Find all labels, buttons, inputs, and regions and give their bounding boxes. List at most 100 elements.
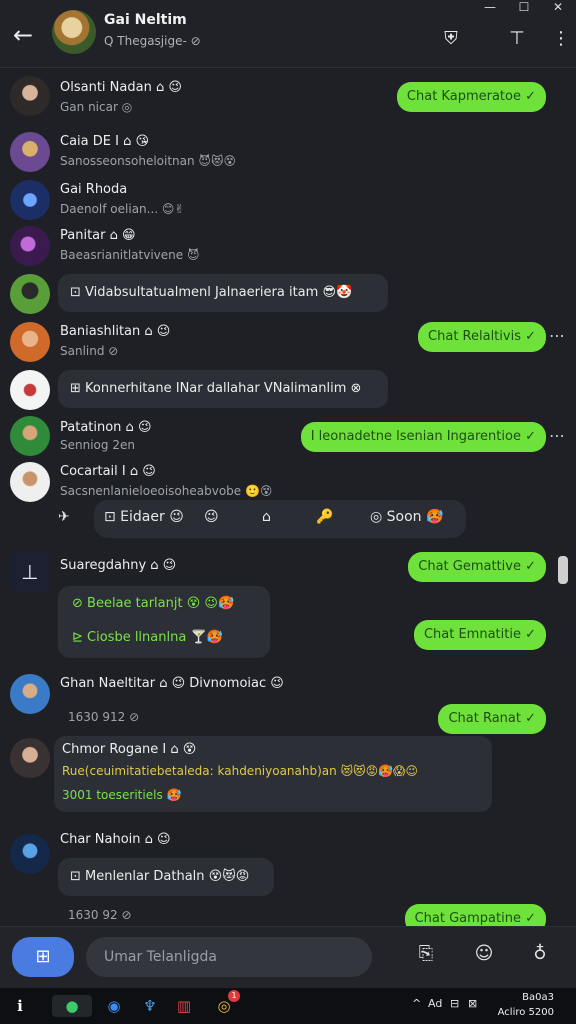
clock[interactable]: Ba0a3 Acliro 5200 xyxy=(498,990,554,1020)
message-preview: Senniog 2en xyxy=(60,438,135,452)
avatar[interactable] xyxy=(10,738,50,778)
message: Patatinon ⌂ 😉 Senniog 2en I leonadetne l… xyxy=(0,416,576,460)
message-text: Rue(ceuimitatiebetaleda: kahdeniyoanahb)… xyxy=(62,764,419,778)
more-vertical-icon[interactable]: ⋮ xyxy=(552,26,570,52)
sender-name: Ghan Naeltitar ⌂ 😉 Divnomoiac 😉 xyxy=(60,676,284,691)
message-preview: Gan nicar ◎ xyxy=(60,100,133,114)
clock-time: Ba0a3 xyxy=(522,992,554,1003)
attach-icon[interactable]: ⎘ xyxy=(412,943,440,971)
reply-bubble[interactable]: I leonadetne lsenian Ingarentioe ✓ xyxy=(300,422,546,452)
avatar[interactable] xyxy=(10,370,50,410)
clock-date: Acliro 5200 xyxy=(497,1007,554,1018)
arrow-left-icon[interactable]: ← xyxy=(10,22,36,48)
message-line: ⊘ Beelae tarlanjt 😵 😉🥵 xyxy=(72,596,235,611)
reply-bubble[interactable]: Chat Kapmeratoe ✓ xyxy=(396,82,546,112)
message-preview: Daenolf oelian... 😊✌ xyxy=(60,202,185,216)
message-line: ⊵ Ciosbe llnanlna 🍸🥵 xyxy=(72,630,223,645)
reaction-item[interactable]: 😉 xyxy=(204,509,219,525)
tray-icon[interactable]: Ad xyxy=(428,997,442,1010)
message-preview: Sanosseonsoheloitnan 😈😻😵 xyxy=(60,154,236,168)
message-preview: 1630 92 ⊘ xyxy=(68,908,132,922)
scrollbar-thumb[interactable] xyxy=(558,556,568,584)
reaction-item[interactable]: ◎ Soon 🥵 xyxy=(370,509,443,525)
avatar[interactable] xyxy=(10,674,50,714)
message: Cocartail I ⌂ 😉 Sacsnenlanieloeoisoheabv… xyxy=(0,460,576,502)
message-input[interactable]: Umar Telanligda xyxy=(86,937,372,977)
message: Chmor Rogane I ⌂ 😵 Rue(ceuimitatiebetale… xyxy=(0,736,576,814)
avatar[interactable] xyxy=(52,10,96,54)
mic-icon[interactable]: ♁ xyxy=(526,943,554,971)
message: Ghan Naeltitar ⌂ 😉 Divnomoiac 😉 1630 912… xyxy=(0,668,576,734)
sender-name: Caia DE I ⌂ 😘 xyxy=(60,134,150,149)
reaction-item[interactable]: ⊡ Eidaer 😉 xyxy=(104,509,184,525)
sender-name: Cocartail I ⌂ 😉 xyxy=(60,464,156,479)
maximize-button[interactable]: ☐ xyxy=(510,0,538,14)
sender-name: Suaregdahny ⌂ 😉 xyxy=(60,558,177,573)
sender-name: Baniashlitan ⌂ 😉 xyxy=(60,324,171,339)
close-button[interactable]: ✕ xyxy=(544,0,572,14)
avatar[interactable] xyxy=(10,462,50,502)
message: ⊞ Konnerhitane INar dallahar VNalimanlim… xyxy=(0,368,576,416)
share-icon[interactable]: ✈ xyxy=(58,509,70,525)
message: Panitar ⌂ 😁 Baeasrianitlatvivene 😈 xyxy=(0,224,576,272)
message-preview: 1630 912 ⊘ xyxy=(68,710,140,724)
avatar[interactable] xyxy=(10,274,50,314)
message-preview: Sacsnenlanieloeoisoheabvobe 🙂😵 xyxy=(60,484,273,498)
message: Char Nahoin ⌂ 😉 ⊡ Menlenlar Dathaln 😵😻😡 … xyxy=(0,828,576,926)
minimize-button[interactable]: — xyxy=(476,0,504,14)
page-subtitle: Q Thegasjige- ⊘ xyxy=(104,34,201,48)
key-icon[interactable]: 🔑 xyxy=(316,509,333,525)
message: Olsanti Nadan ⌂ 😉 Gan nicar ◎ Chat Kapme… xyxy=(0,72,576,128)
add-attachment-button[interactable]: ⊞ xyxy=(12,937,74,977)
files-icon[interactable]: ♆ xyxy=(138,995,162,1017)
message-bubble[interactable]: ⊡ Menlenlar Dathaln 😵😻😡 xyxy=(58,858,274,896)
avatar[interactable] xyxy=(10,76,50,116)
reply-bubble[interactable]: Chat Ranat ✓ xyxy=(438,704,546,734)
browser-icon[interactable]: ◉ xyxy=(102,995,126,1017)
notification-badge: 1 xyxy=(228,990,240,1002)
avatar[interactable] xyxy=(10,834,50,874)
message: Baniashlitan ⌂ 😉 Sanlind ⊘ Chat Relaltiv… xyxy=(0,320,576,370)
message: ⊘ Beelae tarlanjt 😵 😉🥵 ⊵ Ciosbe llnanlna… xyxy=(0,586,576,658)
user-icon[interactable]: ⛨ xyxy=(438,26,464,52)
message-preview: Baeasrianitlatvivene 😈 xyxy=(60,248,200,262)
sender-name: Gai Rhoda xyxy=(60,182,128,197)
message-bubble[interactable]: ⊡ Vidabsultatualmenl Jalnaeriera itam 😎🤡 xyxy=(58,274,388,312)
chat-app-icon[interactable]: ● xyxy=(52,995,92,1017)
message-preview: Sanlind ⊘ xyxy=(60,344,119,358)
avatar[interactable] xyxy=(10,226,50,266)
tray-icon[interactable]: ^ xyxy=(412,997,421,1010)
avatar[interactable] xyxy=(10,416,50,456)
reply-bubble[interactable]: Chat Relaltivis ✓ xyxy=(418,322,546,352)
more-icon[interactable]: ⋯ xyxy=(549,426,566,445)
message: ⊡ Vidabsultatualmenl Jalnaeriera itam 😎🤡 xyxy=(0,272,576,322)
tag-icon[interactable]: ⊤ xyxy=(504,26,530,52)
avatar[interactable] xyxy=(10,180,50,220)
page-title: Gai Neltim xyxy=(104,12,187,28)
message: Gai Rhoda Daenolf oelian... 😊✌ xyxy=(0,176,576,224)
mail-icon[interactable]: ▥ xyxy=(172,995,196,1017)
taskbar: ℹ ● ◉ ♆ ▥ ◎ 1 ^ Ad ⊟ ⊠ Ba0a3 Acliro 5200 xyxy=(0,988,576,1024)
sender-name: Olsanti Nadan ⌂ 😉 xyxy=(60,80,182,95)
message-bubble[interactable]: ⊘ Beelae tarlanjt 😵 😉🥵 ⊵ Ciosbe llnanlna… xyxy=(58,586,270,658)
sticker-icon[interactable]: ☺ xyxy=(470,943,498,971)
message-text: 3001 toeseritiels 🥵 xyxy=(62,788,182,802)
reply-bubble[interactable]: Chat Gemattive ✓ xyxy=(408,552,546,582)
start-icon[interactable]: ℹ xyxy=(8,995,32,1017)
avatar[interactable] xyxy=(10,132,50,172)
sender-name: Panitar ⌂ 😁 xyxy=(60,228,136,243)
home-icon[interactable]: ⌂ xyxy=(262,509,271,525)
sender-name: Patatinon ⌂ 😉 xyxy=(60,420,152,435)
more-icon[interactable]: ⋯ xyxy=(549,326,566,345)
message-bubble[interactable]: Chmor Rogane I ⌂ 😵 Rue(ceuimitatiebetale… xyxy=(54,736,492,812)
tray-icon[interactable]: ⊠ xyxy=(468,997,477,1010)
sender-name: Chmor Rogane I ⌂ 😵 xyxy=(62,742,197,757)
reply-bubble[interactable]: Chat Emnatitie ✓ xyxy=(413,620,546,650)
reply-bubble[interactable]: Chat Gampatine ✓ xyxy=(404,904,546,926)
avatar[interactable] xyxy=(10,322,50,362)
message: Caia DE I ⌂ 😘 Sanosseonsoheloitnan 😈😻😵 xyxy=(0,128,576,176)
tray-icon[interactable]: ⊟ xyxy=(450,997,459,1010)
sender-name: Char Nahoin ⌂ 😉 xyxy=(60,832,171,847)
message-list[interactable]: Olsanti Nadan ⌂ 😉 Gan nicar ◎ Chat Kapme… xyxy=(0,68,576,926)
message-bubble[interactable]: ⊞ Konnerhitane INar dallahar VNalimanlim… xyxy=(58,370,388,408)
